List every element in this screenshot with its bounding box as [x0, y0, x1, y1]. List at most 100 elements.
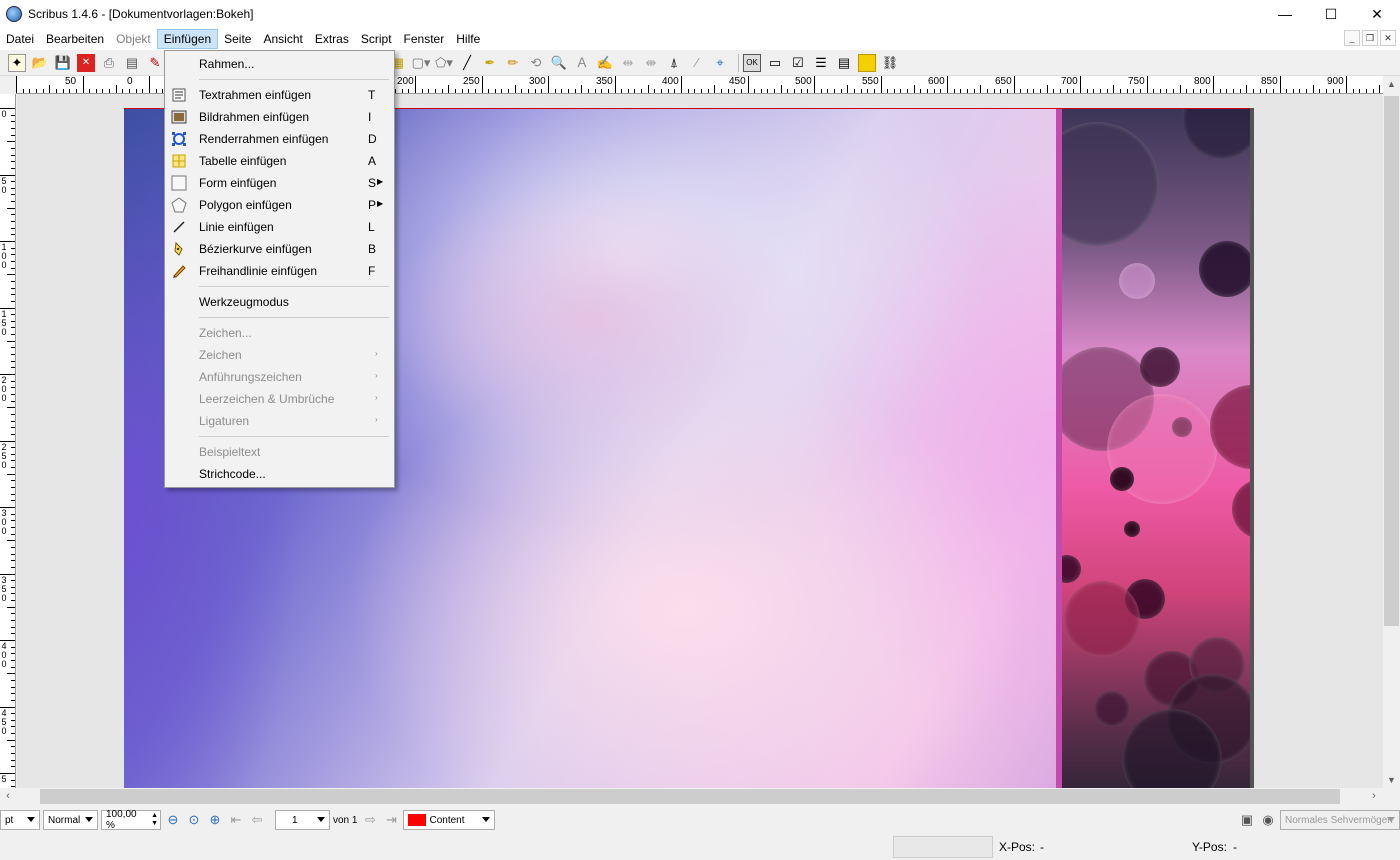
- zoom-in-icon[interactable]: ⊕: [206, 811, 224, 829]
- mdi-restore-button[interactable]: ❐: [1362, 30, 1378, 46]
- zoom-tool-icon[interactable]: 🔍: [550, 54, 568, 72]
- pdf-annotation-icon[interactable]: [858, 53, 876, 72]
- menu-item-characters-dialog[interactable]: Zeichen...: [165, 322, 394, 344]
- vertical-ruler[interactable]: 0 50 100 150 200 250 300 350 400 450 5: [0, 94, 16, 788]
- link-frames-icon[interactable]: ⇹: [619, 54, 637, 72]
- pdf-listbox-icon[interactable]: ▤: [835, 54, 853, 72]
- menu-item-table[interactable]: Tabelle einfügen A: [165, 150, 394, 172]
- menu-item-freehand[interactable]: Freihandlinie einfügen F: [165, 260, 394, 282]
- spin-arrows-icon[interactable]: ▲ ▼: [151, 812, 158, 828]
- menu-extras[interactable]: Extras: [309, 29, 355, 49]
- menu-item-image-frame[interactable]: Bildrahmen einfügen I: [165, 106, 394, 128]
- menu-item-sample-text[interactable]: Beispieltext: [165, 441, 394, 463]
- scroll-left-icon[interactable]: ‹: [0, 788, 16, 805]
- menu-ansicht[interactable]: Ansicht: [257, 29, 308, 49]
- maximize-button[interactable]: ☐: [1308, 0, 1354, 28]
- menu-hilfe[interactable]: Hilfe: [450, 29, 486, 49]
- polygon-tool-icon[interactable]: ⬠▾: [435, 54, 453, 72]
- menu-item-label: Ligaturen: [199, 414, 250, 428]
- new-document-icon[interactable]: ✦: [8, 53, 26, 72]
- close-document-icon[interactable]: ✕: [77, 53, 95, 72]
- open-document-icon[interactable]: 📂: [31, 54, 49, 72]
- pdf-checkbox-icon[interactable]: ☑: [789, 54, 807, 72]
- menu-bearbeiten[interactable]: Bearbeiten: [40, 29, 110, 49]
- menu-item-spaces-breaks[interactable]: Leerzeichen & Umbrüche ›: [165, 388, 394, 410]
- preview-mode-select[interactable]: Normal: [43, 810, 98, 830]
- mdi-close-button[interactable]: ✕: [1380, 30, 1396, 46]
- pdf-button-icon[interactable]: OK: [743, 53, 761, 72]
- last-page-icon[interactable]: ⇥: [382, 811, 400, 829]
- menu-item-frame[interactable]: Rahmen...: [165, 53, 394, 75]
- unit-select[interactable]: pt: [0, 810, 40, 830]
- mdi-minimize-button[interactable]: _: [1344, 30, 1360, 46]
- menu-fenster[interactable]: Fenster: [398, 29, 451, 49]
- menu-item-characters[interactable]: Zeichen ›: [165, 344, 394, 366]
- layer-select[interactable]: Content: [403, 810, 496, 830]
- freehand-tool-icon[interactable]: ✏: [504, 54, 522, 72]
- ruler-tick: [11, 420, 15, 422]
- ruler-tick: [747, 76, 749, 93]
- menu-item-quotes[interactable]: Anführungszeichen ›: [165, 366, 394, 388]
- export-pdf-icon[interactable]: ✎: [146, 54, 164, 72]
- next-page-icon[interactable]: ⇨: [361, 811, 379, 829]
- menu-einfuegen[interactable]: Einfügen: [156, 29, 219, 49]
- zoom-out-icon[interactable]: ⊖: [164, 811, 182, 829]
- vertical-scrollbar[interactable]: ▲ ▼: [1383, 76, 1400, 788]
- horizontal-scrollbar[interactable]: ‹ ›: [0, 788, 1383, 805]
- menu-objekt[interactable]: Objekt: [110, 29, 157, 49]
- vertical-scroll-thumb[interactable]: [1384, 96, 1399, 626]
- edit-text-icon[interactable]: Ａ: [573, 54, 591, 72]
- save-document-icon[interactable]: 💾: [54, 54, 72, 72]
- menu-item-tool-mode[interactable]: Werkzeugmodus: [165, 291, 394, 313]
- ruler-tick: [69, 89, 71, 93]
- line-tool-icon[interactable]: ╱: [458, 54, 476, 72]
- menu-item-text-frame[interactable]: Textrahmen einfügen T: [165, 84, 394, 106]
- copy-properties-icon[interactable]: ⁄: [688, 54, 706, 72]
- zoom-spinbox[interactable]: 100,00 % ▲ ▼: [101, 809, 161, 831]
- ruler-tick: [11, 187, 15, 189]
- menu-item-polygon[interactable]: Polygon einfügen P ▶: [165, 194, 394, 216]
- unlink-frames-icon[interactable]: ⇼: [642, 54, 660, 72]
- close-button[interactable]: ✕: [1354, 0, 1400, 28]
- scroll-up-icon[interactable]: ▲: [1383, 76, 1400, 92]
- menu-item-shape[interactable]: Form einfügen S ▶: [165, 172, 394, 194]
- zoom-100-icon[interactable]: ⊙: [185, 811, 203, 829]
- measure-tool-icon[interactable]: ⍋: [665, 54, 683, 72]
- visual-appearance-icon[interactable]: ◉: [1259, 811, 1277, 829]
- bezier-tool-icon[interactable]: ✒: [481, 54, 499, 72]
- menu-datei[interactable]: Datei: [0, 29, 40, 49]
- menu-item-ligatures[interactable]: Ligaturen ›: [165, 410, 394, 432]
- vision-select[interactable]: Normales Sehvermögen: [1280, 810, 1400, 830]
- scroll-right-icon[interactable]: ›: [1366, 788, 1382, 805]
- ruler-tick: [11, 327, 15, 329]
- page-select[interactable]: 1: [275, 810, 330, 830]
- rotate-tool-icon[interactable]: ⟲: [527, 54, 545, 72]
- first-page-icon[interactable]: ⇤: [227, 811, 245, 829]
- preflight-icon[interactable]: ▤: [123, 54, 141, 72]
- menu-script[interactable]: Script: [355, 29, 398, 49]
- print-icon[interactable]: ⎙: [100, 54, 118, 72]
- menu-seite[interactable]: Seite: [218, 29, 257, 49]
- ruler-tick: [11, 613, 15, 615]
- story-editor-icon[interactable]: ✍: [596, 54, 614, 72]
- menu-item-line[interactable]: Linie einfügen L: [165, 216, 394, 238]
- page-count-label: von 1: [333, 814, 358, 826]
- ruler-tick: [11, 127, 15, 129]
- menu-item-label: Beispieltext: [199, 445, 261, 459]
- minimize-button[interactable]: —: [1262, 0, 1308, 28]
- status-message-box: [893, 836, 993, 858]
- horizontal-scroll-thumb[interactable]: [40, 789, 1340, 804]
- shape-tool-icon[interactable]: ▢▾: [412, 54, 431, 72]
- menu-item-render-frame[interactable]: Renderrahmen einfügen D: [165, 128, 394, 150]
- menu-item-bezier[interactable]: Bézierkurve einfügen B: [165, 238, 394, 260]
- eyedropper-icon[interactable]: ⌖: [711, 54, 729, 72]
- pdf-combobox-icon[interactable]: ☰: [812, 54, 830, 72]
- ruler-tick: [1312, 85, 1314, 93]
- ruler-label: 550: [862, 76, 879, 87]
- pdf-link-icon[interactable]: ⛓: [881, 54, 899, 72]
- previous-page-icon[interactable]: ⇦: [248, 811, 266, 829]
- preview-icon[interactable]: ▣: [1238, 811, 1256, 829]
- pdf-textfield-icon[interactable]: ▭: [766, 54, 784, 72]
- menu-item-barcode[interactable]: Strichcode...: [165, 463, 394, 485]
- scroll-down-icon[interactable]: ▼: [1383, 772, 1400, 788]
